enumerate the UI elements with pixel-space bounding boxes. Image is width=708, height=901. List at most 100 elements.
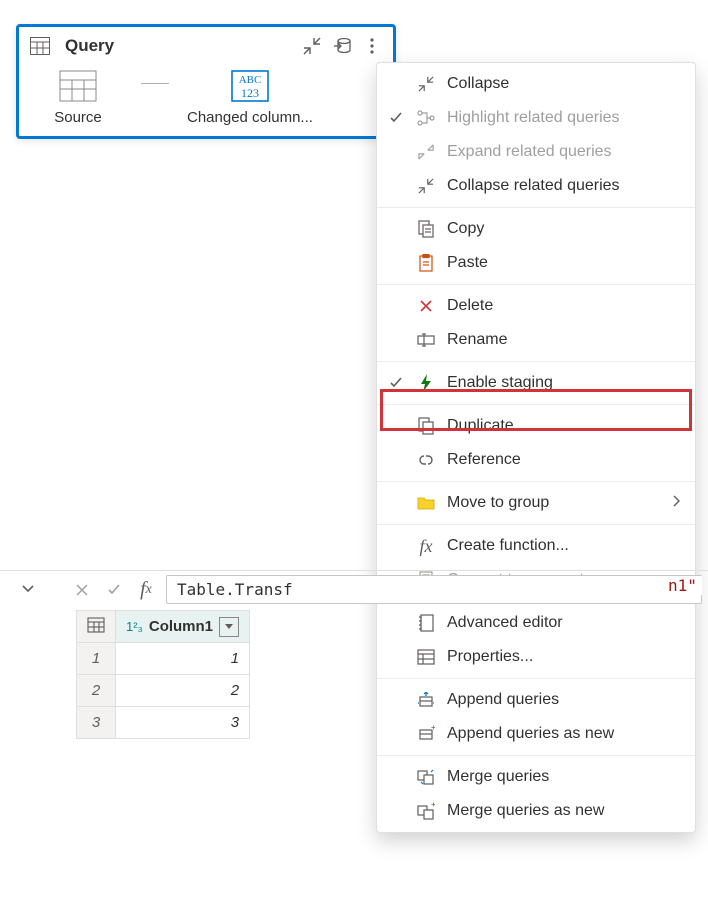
menu-properties[interactable]: Properties... [377, 640, 695, 674]
menu-duplicate[interactable]: Duplicate [377, 409, 695, 443]
column-type-label: 1²₃ [126, 619, 143, 634]
load-destination-icon[interactable] [331, 35, 353, 57]
table-row[interactable]: 1 1 [77, 643, 250, 675]
menu-label: Expand related queries [447, 143, 681, 161]
query-title: Query [65, 36, 114, 56]
column-header[interactable]: 1²₃ Column1 [116, 611, 250, 643]
menu-separator [377, 207, 695, 208]
svg-text:+: + [431, 725, 435, 732]
fx-icon[interactable]: fx [134, 578, 158, 602]
menu-collapse[interactable]: Collapse [377, 67, 695, 101]
menu-highlight-related[interactable]: Highlight related queries [377, 101, 695, 135]
table-icon [29, 35, 51, 57]
row-number: 1 [77, 643, 116, 675]
step-label: Changed column... [187, 109, 313, 126]
column-name-label: Column1 [149, 618, 213, 635]
row-number: 2 [77, 675, 116, 707]
menu-label: Merge queries [447, 768, 681, 786]
step-source[interactable]: Source [33, 69, 123, 126]
menu-label: Reference [447, 451, 681, 469]
svg-text:ABC: ABC [239, 74, 262, 86]
step-changed-column[interactable]: ABC123 Changed column... [187, 69, 313, 126]
menu-separator [377, 481, 695, 482]
cell-value[interactable]: 3 [116, 707, 250, 739]
menu-separator [377, 284, 695, 285]
menu-label: Duplicate [447, 417, 681, 435]
menu-label: Collapse [447, 75, 681, 93]
menu-append-queries-new[interactable]: + Append queries as new [377, 717, 695, 751]
rename-icon [415, 333, 437, 347]
append-icon [415, 692, 437, 708]
checkmark-icon [387, 111, 405, 125]
properties-icon [415, 649, 437, 665]
cell-value[interactable]: 2 [116, 675, 250, 707]
menu-create-function[interactable]: fx Create function... [377, 529, 695, 563]
menu-label: Properties... [447, 648, 681, 666]
menu-separator [377, 678, 695, 679]
fx-icon: fx [415, 536, 437, 557]
staging-bolt-icon [415, 374, 437, 392]
menu-label: Paste [447, 254, 681, 272]
menu-label: Copy [447, 220, 681, 238]
collapse-related-icon [415, 178, 437, 194]
menu-delete[interactable]: Delete [377, 289, 695, 323]
menu-label: Delete [447, 297, 681, 315]
menu-append-queries[interactable]: Append queries [377, 683, 695, 717]
menu-separator [377, 755, 695, 756]
copy-icon [415, 220, 437, 238]
append-new-icon: + [415, 725, 437, 743]
menu-merge-queries[interactable]: Merge queries [377, 760, 695, 794]
collapse-icon [415, 76, 437, 92]
menu-label: Append queries as new [447, 725, 681, 743]
table-row[interactable]: 2 2 [77, 675, 250, 707]
grid-corner-icon[interactable] [77, 611, 116, 643]
menu-separator [377, 361, 695, 362]
data-preview-grid: 1²₃ Column1 1 1 2 2 3 3 [76, 610, 250, 739]
paste-icon [415, 254, 437, 272]
query-steps-row: Source ABC123 Changed column... [29, 63, 383, 126]
merge-icon [415, 769, 437, 785]
column-filter-dropdown[interactable] [219, 617, 239, 637]
expand-icon [415, 144, 437, 160]
step-connector [141, 83, 169, 84]
formula-cancel-icon[interactable] [70, 578, 94, 602]
query-context-menu: Collapse Highlight related queries Expan… [376, 62, 696, 833]
collapse-arrows-icon[interactable] [301, 35, 323, 57]
menu-label: Rename [447, 331, 681, 349]
menu-advanced-editor[interactable]: Advanced editor [377, 606, 695, 640]
query-node-card[interactable]: Query Source ABC123 Changed column... + [16, 24, 396, 139]
cell-value[interactable]: 1 [116, 643, 250, 675]
menu-separator [377, 404, 695, 405]
menu-expand-related[interactable]: Expand related queries [377, 135, 695, 169]
menu-collapse-related[interactable]: Collapse related queries [377, 169, 695, 203]
menu-label: Merge queries as new [447, 802, 681, 820]
menu-paste[interactable]: Paste [377, 246, 695, 280]
menu-label: Advanced editor [447, 614, 681, 632]
formula-bar: fx Table.Transf [0, 570, 708, 608]
query-card-header: Query [29, 35, 383, 63]
table-row[interactable]: 3 3 [77, 707, 250, 739]
svg-text:123: 123 [241, 86, 259, 100]
more-options-icon[interactable] [361, 35, 383, 57]
menu-label: Move to group [447, 494, 661, 512]
formula-commit-icon[interactable] [102, 578, 126, 602]
merge-new-icon: + [415, 802, 437, 820]
menu-separator [377, 524, 695, 525]
menu-label: Enable staging [447, 374, 681, 392]
menu-rename[interactable]: Rename [377, 323, 695, 357]
folder-icon [415, 496, 437, 510]
checkmark-icon [387, 376, 405, 390]
menu-enable-staging[interactable]: Enable staging [377, 366, 695, 400]
chevron-right-icon [671, 494, 681, 513]
menu-move-to-group[interactable]: Move to group [377, 486, 695, 520]
menu-label: Highlight related queries [447, 109, 681, 127]
menu-copy[interactable]: Copy [377, 212, 695, 246]
menu-merge-queries-new[interactable]: + Merge queries as new [377, 794, 695, 828]
duplicate-icon [415, 417, 437, 435]
menu-label: Collapse related queries [447, 177, 681, 195]
menu-reference[interactable]: Reference [377, 443, 695, 477]
menu-label: Append queries [447, 691, 681, 709]
formula-input[interactable]: Table.Transf [166, 575, 702, 604]
reference-icon [415, 454, 437, 466]
menu-label: Create function... [447, 537, 681, 555]
